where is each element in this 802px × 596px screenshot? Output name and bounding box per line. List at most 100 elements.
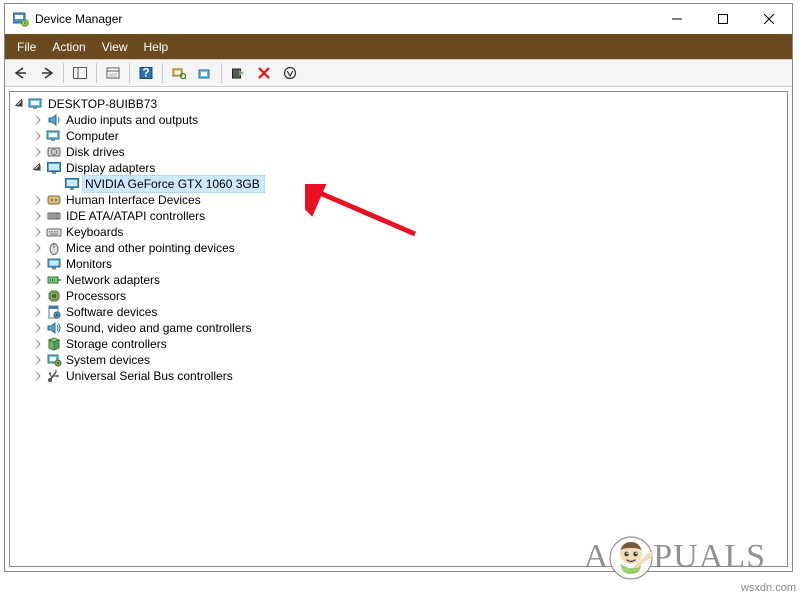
software-icon xyxy=(46,304,62,320)
menu-help[interactable]: Help xyxy=(136,36,177,58)
svg-text:?: ? xyxy=(142,66,149,80)
tree-category-label: Audio inputs and outputs xyxy=(64,112,200,128)
tree-category-label: Disk drives xyxy=(64,144,127,160)
tree-category[interactable]: Processors xyxy=(10,288,787,304)
device-tree[interactable]: DESKTOP-8UIBB73Audio inputs and outputsC… xyxy=(9,91,788,567)
disable-device-button[interactable] xyxy=(278,62,302,84)
update-driver-button[interactable] xyxy=(193,62,217,84)
display-icon xyxy=(64,176,80,192)
tree-category[interactable]: System devices xyxy=(10,352,787,368)
monitor-icon xyxy=(46,256,62,272)
tree-category[interactable]: Computer xyxy=(10,128,787,144)
menu-view[interactable]: View xyxy=(94,36,136,58)
titlebar: Device Manager xyxy=(5,4,792,34)
toolbar-separator xyxy=(63,63,64,83)
tree-category[interactable]: Software devices xyxy=(10,304,787,320)
keyboard-icon xyxy=(46,224,62,240)
tree-category-label: Software devices xyxy=(64,304,159,320)
tree-category-label: Computer xyxy=(64,128,121,144)
tree-root-label: DESKTOP-8UIBB73 xyxy=(46,96,159,112)
tree-expander-icon[interactable] xyxy=(30,112,46,128)
mouse-icon xyxy=(46,240,62,256)
network-icon xyxy=(46,272,62,288)
app-icon xyxy=(13,11,29,27)
sound-icon xyxy=(46,320,62,336)
tree-category[interactable]: IDE ATA/ATAPI controllers xyxy=(10,208,787,224)
computer-icon xyxy=(46,128,62,144)
tree-expander-icon[interactable] xyxy=(30,208,46,224)
tree-category[interactable]: Display adapters xyxy=(10,160,787,176)
tree-category[interactable]: Sound, video and game controllers xyxy=(10,320,787,336)
watermark: A PUALS xyxy=(584,538,766,586)
back-button[interactable] xyxy=(9,62,33,84)
audio-icon xyxy=(46,112,62,128)
watermark-post: PUALS xyxy=(653,538,766,575)
tree-category-label: Keyboards xyxy=(64,224,125,240)
tree-category-label: Human Interface Devices xyxy=(64,192,203,208)
footer-text: wsxdn.com xyxy=(741,582,796,594)
tree-device[interactable]: NVIDIA GeForce GTX 1060 3GB xyxy=(10,176,787,192)
tree-expander-icon[interactable] xyxy=(30,192,46,208)
tree-category[interactable]: Audio inputs and outputs xyxy=(10,112,787,128)
tree-category[interactable]: Disk drives xyxy=(10,144,787,160)
tree-expander-icon[interactable] xyxy=(30,272,46,288)
tree-expander-icon[interactable] xyxy=(30,336,46,352)
computer-icon xyxy=(28,96,44,112)
hid-icon xyxy=(46,192,62,208)
tree-category[interactable]: Monitors xyxy=(10,256,787,272)
tree-category[interactable]: Keyboards xyxy=(10,224,787,240)
tree-category-label: Monitors xyxy=(64,256,114,272)
toolbar-separator xyxy=(129,63,130,83)
tree-expander-icon[interactable] xyxy=(30,368,46,384)
tree-device-label: NVIDIA GeForce GTX 1060 3GB xyxy=(82,175,265,193)
tree-category-label: Processors xyxy=(64,288,128,304)
system-icon xyxy=(46,352,62,368)
properties-button[interactable] xyxy=(101,62,125,84)
toolbar-separator xyxy=(96,63,97,83)
tree-expander-icon[interactable] xyxy=(30,352,46,368)
maximize-button[interactable] xyxy=(700,4,746,34)
uninstall-device-button[interactable] xyxy=(252,62,276,84)
tree-expander-icon[interactable] xyxy=(30,240,46,256)
tree-expander-icon[interactable] xyxy=(12,96,28,112)
enable-device-button[interactable] xyxy=(226,62,250,84)
tree-category[interactable]: Mice and other pointing devices xyxy=(10,240,787,256)
tree-category-label: Network adapters xyxy=(64,272,162,288)
menu-action[interactable]: Action xyxy=(44,36,93,58)
tree-category-label: Display adapters xyxy=(64,160,157,176)
show-hide-tree-button[interactable] xyxy=(68,62,92,84)
close-button[interactable] xyxy=(746,4,792,34)
tree-category[interactable]: Storage controllers xyxy=(10,336,787,352)
forward-button[interactable] xyxy=(35,62,59,84)
watermark-avatar-icon xyxy=(609,536,653,580)
help-button[interactable]: ? xyxy=(134,62,158,84)
tree-expander-icon[interactable] xyxy=(30,160,46,176)
tree-category-label: System devices xyxy=(64,352,152,368)
toolbar-separator xyxy=(221,63,222,83)
scan-hardware-button[interactable] xyxy=(167,62,191,84)
tree-expander-icon[interactable] xyxy=(30,224,46,240)
tree-root[interactable]: DESKTOP-8UIBB73 xyxy=(10,96,787,112)
tree-category-label: IDE ATA/ATAPI controllers xyxy=(64,208,207,224)
menubar: File Action View Help xyxy=(5,34,792,59)
tree-category[interactable]: Network adapters xyxy=(10,272,787,288)
cpu-icon xyxy=(46,288,62,304)
tree-expander-icon[interactable] xyxy=(30,128,46,144)
ide-icon xyxy=(46,208,62,224)
tree-category[interactable]: Human Interface Devices xyxy=(10,192,787,208)
tree-expander-icon[interactable] xyxy=(30,304,46,320)
tree-expander-icon[interactable] xyxy=(30,256,46,272)
tree-expander-icon[interactable] xyxy=(30,320,46,336)
menu-file[interactable]: File xyxy=(9,36,44,58)
minimize-button[interactable] xyxy=(654,4,700,34)
tree-category[interactable]: Universal Serial Bus controllers xyxy=(10,368,787,384)
window-controls xyxy=(654,4,792,34)
tree-expander-icon[interactable] xyxy=(30,288,46,304)
window-title: Device Manager xyxy=(35,12,654,26)
device-manager-window: Device Manager File Action View Help xyxy=(4,3,793,572)
tree-expander-icon[interactable] xyxy=(30,144,46,160)
disk-icon xyxy=(46,144,62,160)
display-icon xyxy=(46,160,62,176)
tree-category-label: Universal Serial Bus controllers xyxy=(64,368,235,384)
tree-category-label: Sound, video and game controllers xyxy=(64,320,253,336)
